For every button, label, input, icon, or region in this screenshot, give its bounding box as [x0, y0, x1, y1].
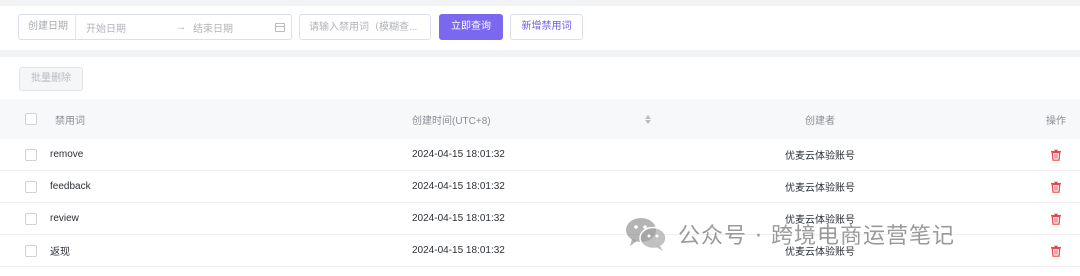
table-row: remove 2024-04-15 18:01:32 优麦云体验账号	[0, 139, 1080, 171]
column-header-creator: 创建者	[805, 115, 835, 127]
row-checkbox[interactable]	[25, 245, 37, 257]
column-header-word: 禁用词	[55, 115, 85, 127]
date-range-picker[interactable]: 创建日期 开始日期 → 结束日期	[18, 14, 292, 40]
sort-icon[interactable]	[645, 99, 651, 139]
arrow-right-icon: →	[175, 21, 187, 33]
row-checkbox[interactable]	[25, 213, 37, 225]
table-row: feedback 2024-04-15 18:01:32 优麦云体验账号	[0, 171, 1080, 203]
start-date-input[interactable]: 开始日期	[76, 20, 172, 35]
created-time-cell: 2024-04-15 18:01:32	[412, 245, 505, 256]
end-date-input[interactable]: 结束日期	[190, 20, 269, 35]
table-header: 禁用词 创建时间(UTC+8) 创建者 操作	[0, 99, 1080, 139]
word-cell: feedback	[50, 181, 91, 192]
word-cell: remove	[50, 149, 84, 160]
add-banned-word-button[interactable]: 新增禁用词	[510, 14, 583, 40]
creator-cell: 优麦云体验账号	[785, 215, 855, 226]
keyword-search-input[interactable]	[299, 14, 431, 40]
calendar-icon[interactable]	[269, 22, 291, 32]
delete-icon[interactable]	[1040, 171, 1072, 202]
word-cell: 返现	[50, 247, 70, 258]
delete-icon[interactable]	[1040, 235, 1072, 266]
creator-cell: 优麦云体验账号	[785, 247, 855, 258]
created-time-cell: 2024-04-15 18:01:32	[412, 213, 505, 224]
filter-bar: 创建日期 开始日期 → 结束日期 立即查询 新增禁用词	[0, 6, 1080, 50]
creator-cell: 优麦云体验账号	[785, 183, 855, 194]
row-checkbox[interactable]	[25, 149, 37, 161]
table-row: 返现 2024-04-15 18:01:32 优麦云体验账号	[0, 235, 1080, 267]
date-range-label: 创建日期	[19, 15, 76, 39]
column-header-created-time: 创建时间(UTC+8)	[412, 115, 491, 127]
batch-delete-button[interactable]: 批量删除	[19, 67, 83, 91]
word-cell: review	[50, 213, 79, 224]
select-all-checkbox[interactable]	[25, 113, 37, 125]
delete-icon[interactable]	[1040, 139, 1072, 170]
column-header-action: 操作	[1046, 115, 1066, 127]
creator-cell: 优麦云体验账号	[785, 151, 855, 162]
created-time-cell: 2024-04-15 18:01:32	[412, 149, 505, 160]
main-panel: 批量删除 禁用词 创建时间(UTC+8) 创建者 操作 remove 2024-…	[0, 57, 1080, 276]
row-checkbox[interactable]	[25, 181, 37, 193]
table-row: review 2024-04-15 18:01:32 优麦云体验账号	[0, 203, 1080, 235]
query-button[interactable]: 立即查询	[439, 14, 503, 40]
delete-icon[interactable]	[1040, 203, 1072, 234]
created-time-cell: 2024-04-15 18:01:32	[412, 181, 505, 192]
